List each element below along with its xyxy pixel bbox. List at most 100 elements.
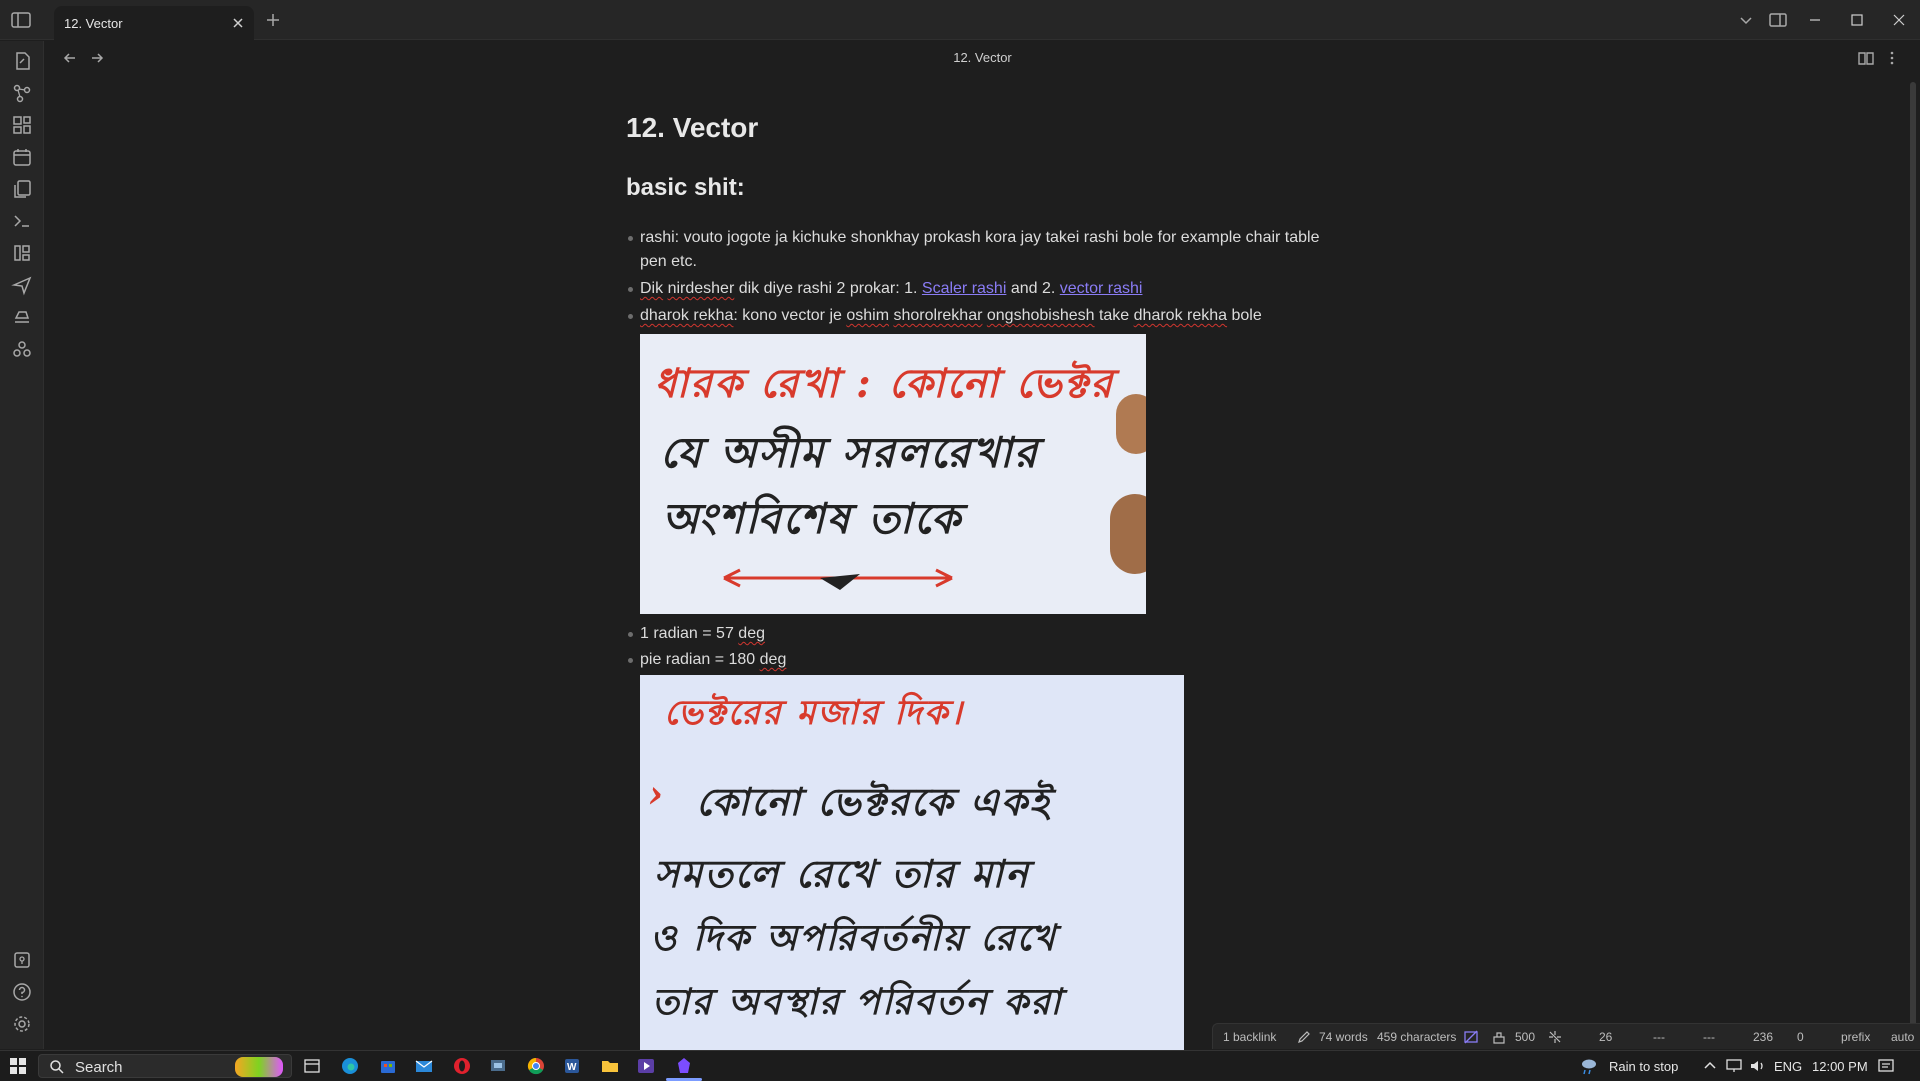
heading-basic: basic shit:	[626, 174, 745, 201]
status-bar: 1 backlink 74 words 459 characters 500 2…	[1212, 1023, 1920, 1049]
backlink-count[interactable]: 1 backlink	[1223, 1030, 1276, 1044]
help-icon[interactable]	[11, 981, 33, 1003]
list-item: 1 radian = 57 deg	[626, 622, 1326, 646]
editor-scrollbar[interactable]	[1910, 82, 1916, 1042]
notifications-icon[interactable]	[1876, 1056, 1896, 1076]
weather-rain-icon[interactable]	[1578, 1056, 1598, 1076]
obsidian-icon[interactable]	[674, 1056, 694, 1076]
more-options-icon[interactable]	[1883, 49, 1901, 67]
reading-mode-icon[interactable]	[1857, 49, 1875, 67]
embedded-image-vector-mojar-dik[interactable]: ভেক্টরের মজার দিক। › কোনো ভেক্টরকে একই স…	[640, 675, 1184, 1050]
embedded-image-dharok-rekha[interactable]: ধারক রেখা : কোনো ভেক্টর যে অসীম সরলরেখার…	[640, 334, 1146, 614]
opera-icon[interactable]	[452, 1056, 472, 1076]
image-toggle-icon[interactable]	[1463, 1029, 1479, 1045]
left-ribbon	[0, 41, 44, 1049]
calendar-icon[interactable]	[11, 146, 33, 168]
vault-switcher-icon[interactable]	[11, 949, 33, 971]
scaler-rashi-link[interactable]: Scaler rashi	[922, 280, 1006, 297]
finger-shape	[1110, 494, 1146, 574]
store-icon[interactable]	[378, 1056, 398, 1076]
chrome-icon[interactable]	[526, 1056, 546, 1076]
canvas-icon[interactable]	[11, 114, 33, 136]
list-item-text: : kono vector je	[733, 307, 847, 324]
note-title: 12. Vector	[626, 112, 759, 143]
status-stat: 26	[1599, 1030, 1613, 1044]
list-item-text: rashi: vouto jogote ja kichuke shonkhay …	[640, 229, 1320, 270]
volume-icon[interactable]	[1748, 1056, 1768, 1076]
windows-start-icon[interactable]	[8, 1056, 28, 1076]
sidebar-toggle-icon[interactable]	[10, 10, 32, 30]
new-tab-icon[interactable]	[264, 11, 282, 29]
templates-icon[interactable]	[11, 178, 33, 200]
chevron-down-icon[interactable]	[1736, 10, 1756, 30]
auto-setting[interactable]: auto	[1891, 1030, 1914, 1044]
image-text-line: কোনো ভেক্টরকে একই	[696, 779, 1052, 824]
image-text-line: যে অসীম সরলরেখার	[660, 428, 1039, 477]
weather-text[interactable]: Rain to stop	[1609, 1059, 1678, 1074]
file-explorer-icon[interactable]	[600, 1056, 620, 1076]
list-item-text: pie radian = 180	[640, 651, 760, 668]
window-close-icon[interactable]	[1889, 10, 1909, 30]
terminal-icon[interactable]	[11, 210, 33, 232]
word-count: 74 words	[1319, 1030, 1368, 1044]
open-quick-switcher-icon[interactable]	[11, 50, 33, 72]
control-panel-icon[interactable]	[488, 1056, 508, 1076]
finger-shape	[1116, 394, 1146, 454]
close-icon[interactable]	[230, 15, 246, 31]
send-icon[interactable]	[11, 274, 33, 296]
list-item-text: dik diye rashi 2 prokar: 1.	[734, 280, 922, 297]
list-item-text: and 2.	[1006, 280, 1060, 297]
maximize-icon[interactable]	[1847, 10, 1867, 30]
pencil-icon	[1298, 1031, 1310, 1043]
tray-chevron-up-icon[interactable]	[1700, 1056, 1720, 1076]
list-item: rashi: vouto jogote ja kichuke shonkhay …	[626, 226, 1326, 274]
image-text-line: ভেক্টরের মজার দিক।	[664, 693, 964, 733]
prefix-setting[interactable]: prefix	[1841, 1030, 1870, 1044]
tab-title: 12. Vector	[64, 16, 123, 31]
search-label: Search	[75, 1059, 123, 1076]
task-view-icon[interactable]	[302, 1056, 322, 1076]
mail-icon[interactable]	[414, 1056, 434, 1076]
misspelled-word: ongshobishesh	[986, 307, 1095, 324]
svg-text:W: W	[567, 1062, 577, 1073]
image-text-line: ও দিক অপরিবর্তনীয় রেখে	[650, 917, 1057, 959]
word-goal[interactable]: 500	[1515, 1030, 1535, 1044]
misspelled-word: nirdesher	[667, 280, 735, 297]
list-item: Dik nirdesher dik diye rashi 2 prokar: 1…	[626, 277, 1326, 301]
bullet-list: 1 radian = 57 deg pie radian = 180 deg	[626, 622, 1326, 674]
bullet-list: rashi: vouto jogote ja kichuke shonkhay …	[626, 226, 1326, 328]
misspelled-word: Dik	[640, 280, 664, 297]
list-item: pie radian = 180 deg	[626, 648, 1326, 672]
image-text-line: অংশবিশেষ তাকে	[662, 494, 963, 543]
taskbar-search[interactable]: Search	[38, 1054, 292, 1078]
network-icon[interactable]	[1724, 1056, 1744, 1076]
typewriter-icon[interactable]	[11, 306, 33, 328]
list-item-text: take	[1094, 307, 1134, 324]
list-item-text: 1 radian = 57	[640, 625, 739, 642]
settings-gear-icon[interactable]	[11, 1013, 33, 1035]
tools-icon[interactable]	[11, 242, 33, 264]
edge-icon[interactable]	[340, 1056, 360, 1076]
search-icon	[50, 1060, 64, 1074]
windows-taskbar: Search W Rain to stop ENG 12:00 PM	[0, 1050, 1920, 1081]
character-count: 459 characters	[1377, 1030, 1457, 1044]
sync-off-icon[interactable]	[1547, 1029, 1563, 1045]
tab-active[interactable]: 12. Vector	[54, 6, 254, 40]
word-icon[interactable]: W	[562, 1056, 582, 1076]
goal-icon[interactable]	[1491, 1029, 1507, 1045]
graph-view-icon[interactable]	[11, 82, 33, 104]
plugin-icon[interactable]	[11, 338, 33, 360]
status-stat: ---	[1703, 1030, 1715, 1044]
minimize-icon[interactable]	[1805, 10, 1825, 30]
misspelled-word: deg	[759, 651, 787, 668]
title-bar: 12. Vector	[0, 0, 1920, 40]
misspelled-word: deg	[738, 625, 765, 642]
vector-rashi-link[interactable]: vector rashi	[1060, 280, 1143, 297]
language-indicator[interactable]: ENG	[1774, 1059, 1802, 1074]
misspelled-word: dharok rekha	[640, 307, 734, 324]
status-stat: 0	[1797, 1030, 1804, 1044]
note-content: 12. Vector basic shit: rashi: vouto jogo…	[626, 100, 1326, 331]
right-sidebar-toggle-icon[interactable]	[1768, 10, 1788, 30]
media-icon[interactable]	[636, 1056, 656, 1076]
clock[interactable]: 12:00 PM	[1812, 1059, 1868, 1074]
